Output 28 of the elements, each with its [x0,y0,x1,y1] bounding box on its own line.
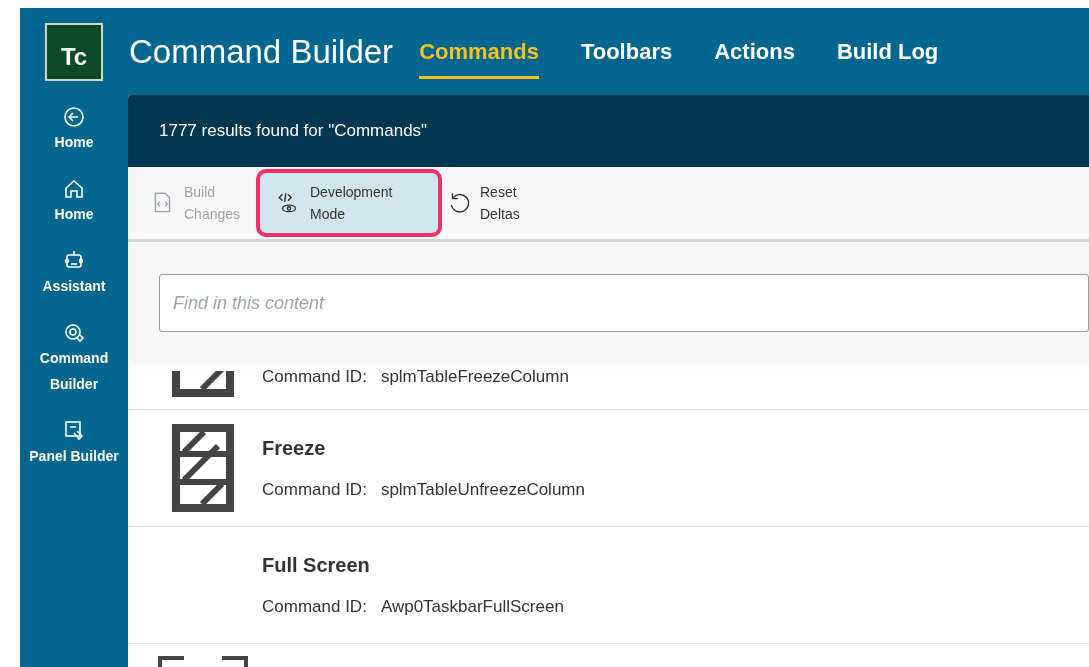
command-id-label: Command ID: [262,479,367,502]
fullscreen-icon [158,656,248,667]
command-id-label: Command ID: [262,365,367,388]
sidebar-item[interactable]: Panel Builder [20,419,128,469]
nav-tab[interactable]: Build Log [836,24,939,79]
command-id: splmTableFreezeColumn [380,365,569,388]
command-id-label: Command ID: [262,596,367,619]
toolbar-button[interactable]: Reset Deltas [442,173,554,233]
nav-tab[interactable]: Toolbars [580,24,673,79]
freeze-column-icon [172,371,234,397]
panel-wrench-icon [62,419,86,443]
command-id: Awp0TaskbarFullScreen [380,596,564,619]
sidebar-item[interactable]: Assistant [20,249,128,299]
command-name: Freeze [262,436,327,462]
freeze-column-icon [172,424,234,512]
search-field[interactable]: Find in this content [159,274,1089,332]
app-logo: Tc [45,22,103,81]
nav-tab[interactable]: Actions [714,24,795,79]
sidebar-item[interactable]: Home [20,177,128,227]
command-id: splmTableUnfreezeColumn [380,479,585,502]
sidebar-item[interactable]: Command Builder [20,321,128,397]
sidebar-item[interactable]: Home [20,105,128,155]
results-count-text: 1777 results found for "Commands" [159,120,428,143]
gear-wrench-icon [62,321,86,345]
app-title: Command Builder [129,31,394,72]
home-icon [62,177,86,201]
nav-tab[interactable]: Commands [419,24,539,79]
command-name: Full Screen [262,553,371,579]
